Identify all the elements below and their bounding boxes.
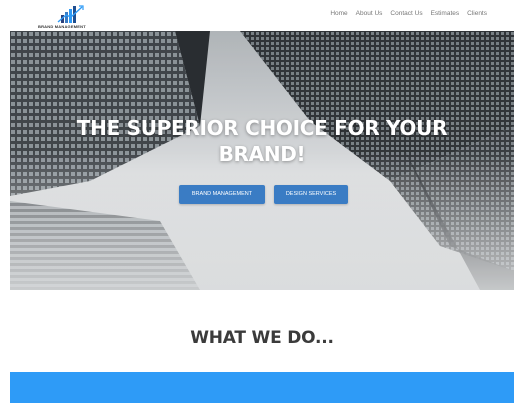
nav-contact-us[interactable]: Contact Us — [390, 10, 422, 17]
services-band — [10, 372, 514, 403]
hero-title: THE SUPERIOR CHOICE FOR YOUR BRAND! — [10, 115, 514, 167]
logo-text: BRAND MANAGEMENT — [38, 24, 86, 29]
nav-estimates[interactable]: Estimates — [431, 10, 460, 17]
nav-home[interactable]: Home — [330, 10, 347, 17]
design-services-button[interactable]: DESIGN SERVICES — [274, 185, 348, 204]
main-nav: Home About Us Contact Us Estimates Clien… — [330, 10, 487, 17]
hero-title-line2: BRAND! — [218, 142, 306, 166]
section-heading: WHAT WE DO... — [190, 328, 334, 348]
nav-clients[interactable]: Clients — [467, 10, 487, 17]
hero-banner: THE SUPERIOR CHOICE FOR YOUR BRAND! BRAN… — [10, 31, 514, 290]
nav-about-us[interactable]: About Us — [356, 10, 383, 17]
site-header: BRAND MANAGEMENT Home About Us Contact U… — [0, 0, 514, 31]
hero-title-line1: THE SUPERIOR CHOICE FOR YOUR — [76, 116, 448, 140]
logo[interactable]: BRAND MANAGEMENT — [38, 3, 112, 29]
brand-management-button[interactable]: BRAND MANAGEMENT — [179, 185, 265, 204]
